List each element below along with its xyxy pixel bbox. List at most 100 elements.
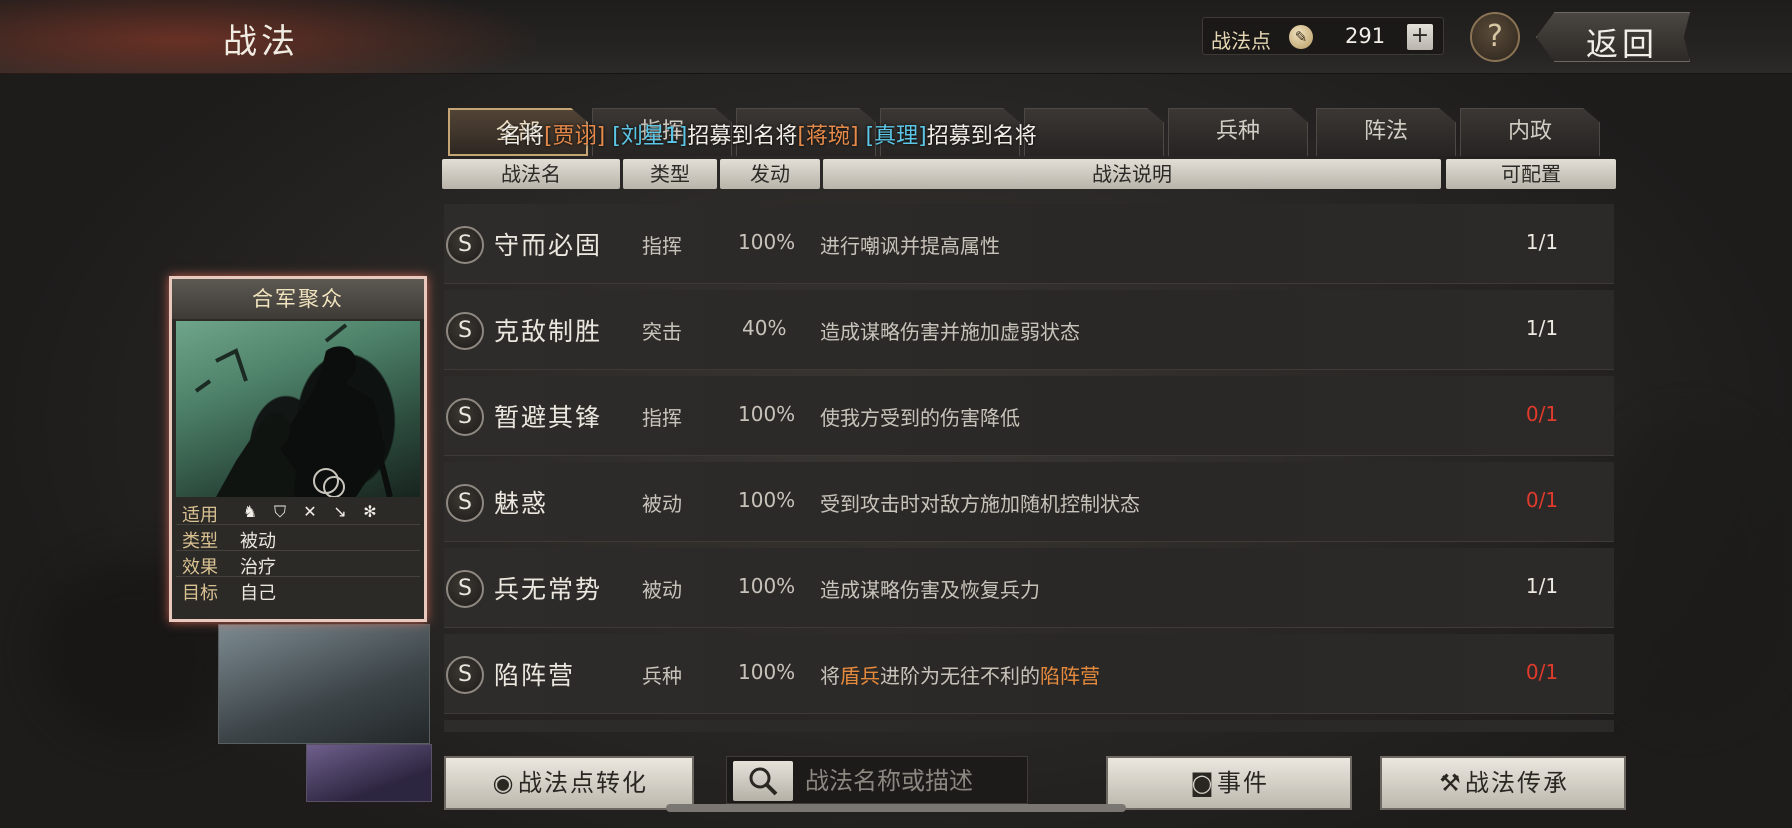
events-button[interactable]: ◙事件 <box>1106 756 1352 810</box>
ticker-text <box>859 124 866 149</box>
tactic-type: 被动 <box>642 578 682 602</box>
tactic-name: 魅惑 <box>494 489 549 518</box>
tactic-trigger-rate: 100% <box>738 660 796 684</box>
help-button[interactable]: ? <box>1470 12 1520 62</box>
search-input[interactable] <box>805 763 1021 799</box>
stacked-card-3[interactable] <box>306 744 432 802</box>
card-title: 合军聚众 <box>172 279 424 319</box>
tactic-description: 造成谋略伤害并施加虚弱状态 <box>820 320 1080 344</box>
ticker-text: 招募到名将 <box>926 124 1037 149</box>
ticker-player-name: [真理] <box>865 124 927 149</box>
info-key: 类型 <box>182 531 218 552</box>
tactic-type: 指挥 <box>642 234 682 258</box>
back-button[interactable]: 返回 <box>1536 12 1690 63</box>
notice-icon: ◙ <box>1190 769 1216 797</box>
tactic-description: 进行嘲讽并提高属性 <box>820 234 1000 258</box>
recruit-announcement-ticker: 名将[贾诩] [刘星1]招募到名将[蒋琬] [真理]招募到名将 <box>500 118 1037 150</box>
cavalry-icon: ♞ <box>242 502 258 521</box>
back-button-label: 返回 <box>1586 25 1659 63</box>
search-box <box>726 756 1028 804</box>
stacked-card-2[interactable] <box>218 624 430 744</box>
tab-internal-affairs[interactable]: 内政 <box>1460 108 1600 156</box>
search-button[interactable] <box>733 761 793 801</box>
inherit-tactic-button[interactable]: ⚒战法传承 <box>1380 756 1626 810</box>
home-indicator[interactable] <box>666 804 1126 812</box>
description-text: 将 <box>820 664 840 688</box>
tactic-name: 陷阵营 <box>494 661 576 690</box>
wheel-icon: ✻ <box>363 502 377 521</box>
tactic-description: 造成谋略伤害及恢复兵力 <box>820 578 1040 602</box>
card-artwork <box>176 321 420 498</box>
tactic-row[interactable]: S 守而必固 指挥 100% 进行嘲讽并提高属性 1/1 <box>444 204 1614 284</box>
tactic-row[interactable]: S 陷阵营 兵种 100% 将盾兵进阶为无往不利的陷阵营 0/1 <box>444 634 1614 714</box>
tab-troop[interactable]: 兵种 <box>1168 108 1308 156</box>
top-bar: 战法 战法点 ✎ 291 + ? 返回 <box>0 0 1792 74</box>
column-header-type[interactable]: 类型 <box>623 159 717 189</box>
tactic-points-label: 战法点 <box>1211 29 1271 53</box>
grade-badge: S <box>446 398 484 436</box>
tab-passive[interactable] <box>1024 108 1164 156</box>
description-highlight: 陷阵营 <box>1040 664 1100 688</box>
tactic-quota: 1/1 <box>1525 316 1559 340</box>
info-value: 被动 <box>240 531 276 552</box>
tactic-type: 兵种 <box>642 664 682 688</box>
tactic-quota: 0/1 <box>1525 488 1559 512</box>
add-points-button[interactable]: + <box>1407 24 1433 50</box>
info-key: 适用 <box>182 505 218 526</box>
tactic-points-box: 战法点 ✎ 291 + <box>1202 17 1444 55</box>
ticker-text: 招募到名将 <box>687 124 798 149</box>
tactic-quota: 0/1 <box>1525 402 1559 426</box>
shield-icon: ⛉ <box>273 502 286 521</box>
search-icon <box>749 767 778 796</box>
tactic-trigger-rate: 100% <box>738 402 796 426</box>
ticker-general-name: [蒋琬] <box>797 124 859 149</box>
bow-icon: ✕ <box>303 502 317 521</box>
tactic-row[interactable]: S 魅惑 被动 100% 受到攻击时对敌方施加随机控制状态 0/1 <box>444 462 1614 542</box>
tactic-trigger-rate: 40% <box>742 316 787 340</box>
grade-badge: S <box>446 656 484 694</box>
ticker-player-name: [刘星1] <box>612 124 688 149</box>
column-header-quota[interactable]: 可配置 <box>1446 159 1616 189</box>
card-silhouette <box>194 323 393 498</box>
tactic-type: 被动 <box>642 492 682 516</box>
grade-badge: S <box>446 484 484 522</box>
tactic-row[interactable]: S 克敌制胜 突击 40% 造成谋略伤害并施加虚弱状态 1/1 <box>444 290 1614 370</box>
inherit-tactic-label: 战法传承 <box>1465 769 1569 797</box>
info-key: 效果 <box>182 557 218 578</box>
hammer-icon: ⚒ <box>1439 769 1463 797</box>
selected-tactic-card[interactable]: 合军聚众 适用 ♞ ⛉ ✕ ↘ ✻ 类型 被动 效果 治疗 目标 自己 <box>169 276 427 622</box>
ticker-text: 名将 <box>500 124 545 149</box>
description-highlight: 盾兵 <box>840 664 880 688</box>
tactic-name: 守而必固 <box>494 231 603 260</box>
tactic-trigger-rate: 100% <box>738 230 796 254</box>
events-label: 事件 <box>1217 769 1269 797</box>
tactic-row[interactable]: S 暂避其锋 指挥 100% 使我方受到的伤害降低 0/1 <box>444 376 1614 456</box>
grade-badge: S <box>446 570 484 608</box>
card-info-effect: 效果 治疗 <box>176 551 420 578</box>
grade-badge: S <box>446 312 484 350</box>
tactic-name: 克敌制胜 <box>494 317 603 346</box>
spear-icon: ↘ <box>333 502 347 521</box>
column-header-name[interactable]: 战法名 <box>442 159 620 189</box>
tactic-description: 受到攻击时对敌方施加随机控制状态 <box>820 492 1140 516</box>
tactic-trigger-rate: 100% <box>738 574 796 598</box>
convert-points-button[interactable]: ◉ 战法点转化 <box>444 756 694 810</box>
card-info-type: 类型 被动 <box>176 525 420 552</box>
tactic-list[interactable]: S 守而必固 指挥 100% 进行嘲讽并提高属性 1/1 S 克敌制胜 突击 4… <box>444 204 1614 732</box>
tactic-type: 突击 <box>642 320 682 344</box>
grade-badge: S <box>446 226 484 264</box>
tactic-quota: 1/1 <box>1525 230 1559 254</box>
tactic-row[interactable]: S 兵无常势 被动 100% 造成谋略伤害及恢复兵力 1/1 <box>444 548 1614 628</box>
description-text: 进阶为无往不利的 <box>880 664 1040 688</box>
card-info-panel: 适用 ♞ ⛉ ✕ ↘ ✻ 类型 被动 效果 治疗 目标 自己 <box>176 499 420 619</box>
flame-icon: ◉ <box>492 769 516 797</box>
tactic-description: 使我方受到的伤害降低 <box>820 406 1020 430</box>
tab-formation[interactable]: 阵法 <box>1316 108 1456 156</box>
page-title: 战法 <box>223 22 299 62</box>
card-info-apply: 适用 ♞ ⛉ ✕ ↘ ✻ <box>176 499 420 526</box>
tactic-points-value: 291 <box>1345 24 1386 48</box>
column-header-trigger[interactable]: 发动 <box>720 159 820 189</box>
tactic-trigger-rate: 100% <box>738 488 796 512</box>
title-glow <box>0 0 620 74</box>
background-ink-blot <box>1590 420 1790 720</box>
